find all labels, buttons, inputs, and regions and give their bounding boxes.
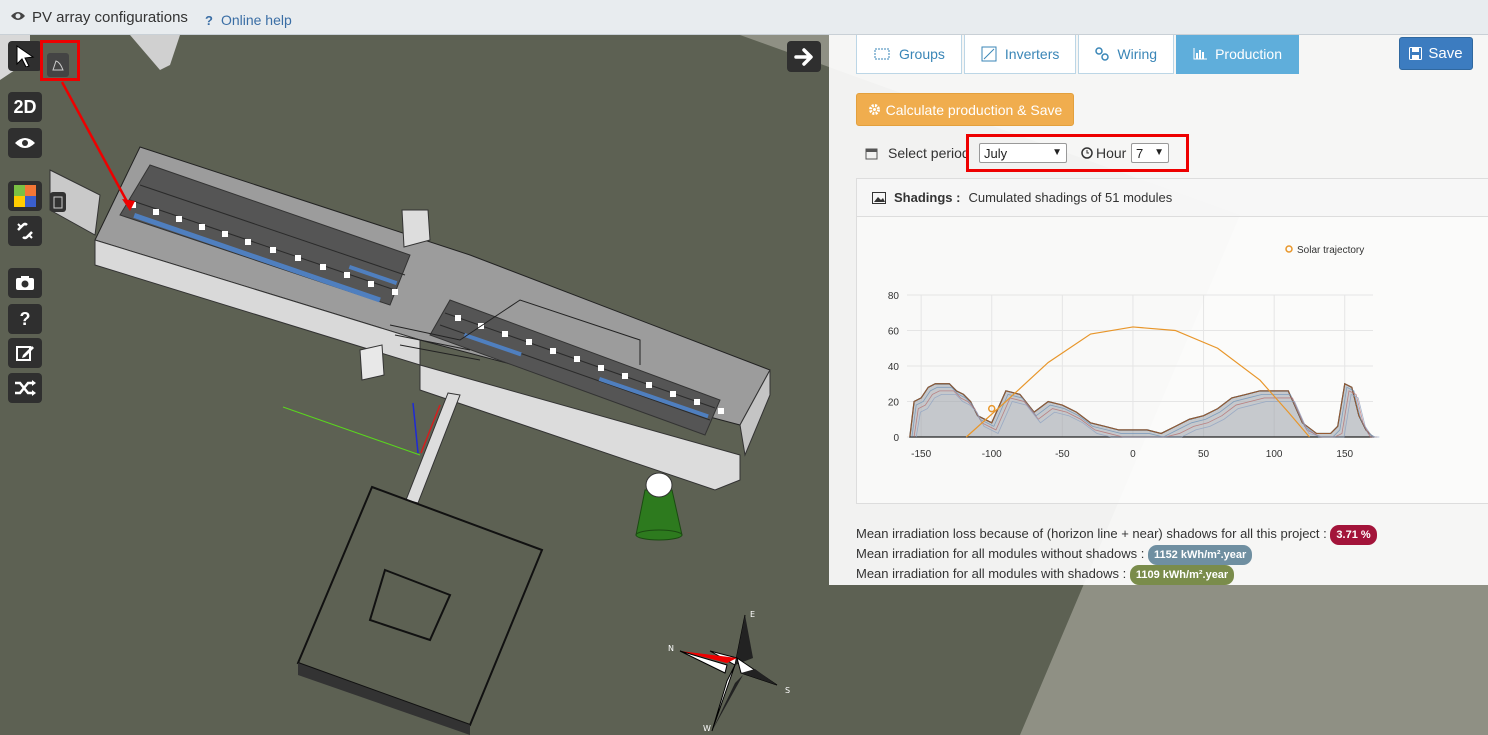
x-tick-label: -100 [982, 449, 1002, 460]
camera-icon [16, 276, 34, 290]
edit-icon [16, 346, 34, 361]
legend-label: Solar trajectory [1297, 245, 1364, 256]
period-selector: Select period [865, 145, 970, 161]
camera-button[interactable] [8, 268, 42, 298]
panel-tabs: Groups Inverters Wiring Production [856, 35, 1301, 74]
2d-label: 2D [13, 96, 37, 117]
select-period-label: Select period [888, 145, 970, 161]
chevron-down-icon: ▼ [1052, 147, 1062, 158]
month-select[interactable]: July ▼ [979, 143, 1067, 163]
month-value: July [984, 145, 1008, 161]
image-icon [872, 191, 886, 204]
compass-e-label: E [750, 610, 755, 619]
hour-label-group: Hour [1081, 145, 1126, 161]
shadings-box: Shadings : Cumulated shadings of 51 modu… [856, 178, 1488, 504]
save-button[interactable]: Save [1399, 37, 1473, 70]
shadings-subtitle: Cumulated shadings of 51 modules [968, 190, 1173, 205]
help-question-icon: ? [19, 308, 31, 329]
hour-select[interactable]: 7 ▼ [1131, 143, 1169, 163]
app-title-label: PV array configurations [32, 9, 188, 26]
eye-icon [15, 138, 35, 148]
gear-icon [868, 104, 880, 115]
app-title: PV array configurations [10, 9, 188, 26]
visibility-button[interactable] [8, 128, 42, 158]
y-tick-label: 20 [888, 398, 900, 409]
compass-w-label: W [703, 724, 711, 733]
x-tick-label: 100 [1266, 449, 1283, 460]
calculate-production-button[interactable]: Calculate production & Save [856, 93, 1074, 126]
tab-production[interactable]: Production [1176, 35, 1299, 74]
online-help-link[interactable]: ? Online help [205, 12, 292, 28]
tab-groups-label: Groups [899, 46, 945, 62]
stat-with-label: Mean irradiation for all modules with sh… [856, 566, 1127, 581]
select-tool-button[interactable] [8, 41, 42, 71]
wiring-icon [1095, 47, 1110, 61]
shadings-header: Shadings : Cumulated shadings of 51 modu… [857, 179, 1488, 217]
2d-view-button[interactable]: 2D [8, 92, 42, 122]
top-bar: PV array configurations ? Online help [0, 0, 1488, 35]
compass-s-label: S [785, 686, 790, 695]
help-button[interactable]: ? [8, 304, 42, 334]
tab-production-label: Production [1215, 46, 1282, 62]
highlight-box-tool [40, 40, 80, 81]
tab-inverters[interactable]: Inverters [963, 35, 1077, 74]
online-help-label: Online help [220, 12, 292, 28]
eye-icon [10, 9, 26, 26]
stat-with-badge: 1109 kWh/m².year [1129, 565, 1235, 585]
tab-inverters-label: Inverters [1004, 46, 1060, 62]
collapse-panel-button[interactable] [787, 41, 821, 72]
stat-without-label: Mean irradiation for all modules without… [856, 546, 1145, 561]
stat-with-row: Mean irradiation for all modules with sh… [856, 565, 1377, 585]
tab-wiring[interactable]: Wiring [1078, 35, 1175, 74]
floppy-disk-icon [1409, 47, 1423, 60]
arrow-right-icon [794, 47, 813, 66]
question-icon: ? [205, 12, 213, 28]
hour-value: 7 [1136, 145, 1144, 161]
bar-chart-icon [1193, 48, 1208, 60]
compass-rose: E N S W [668, 610, 790, 733]
shuffle-icon [15, 380, 36, 396]
y-tick-label: 0 [893, 433, 899, 444]
y-tick-label: 40 [888, 362, 900, 373]
stat-loss-label: Mean irradiation loss because of (horizo… [856, 526, 1327, 541]
stat-without-row: Mean irradiation for all modules without… [856, 545, 1377, 565]
shuffle-button[interactable] [8, 373, 42, 403]
unlink-button[interactable] [8, 216, 42, 246]
clock-icon [1081, 147, 1093, 159]
tab-groups[interactable]: Groups [856, 35, 962, 74]
stat-loss-row: Mean irradiation loss because of (horizo… [856, 525, 1377, 545]
x-tick-label: -150 [911, 449, 931, 460]
calendar-icon [865, 148, 878, 159]
color-palette-button[interactable] [8, 181, 42, 211]
compass-n-label: N [668, 644, 674, 653]
tab-wiring-label: Wiring [1117, 46, 1158, 62]
calculate-label: Calculate production & Save [885, 101, 1063, 118]
shadings-title: Shadings : [894, 190, 961, 205]
color-grid-icon [14, 185, 36, 207]
production-panel: Groups Inverters Wiring Production Save … [829, 35, 1488, 585]
edit-button[interactable] [8, 338, 42, 368]
y-tick-label: 60 [888, 327, 900, 338]
shading-chart: 0 20 40 60 80 -150 -100 -50 0 50 100 150 Solar traje… [888, 245, 1380, 460]
stat-loss-badge: 3.71 % [1330, 525, 1377, 545]
chevron-down-icon: ▼ [1154, 147, 1164, 158]
clipboard-icon[interactable] [50, 192, 66, 212]
cursor-arrow-icon [16, 45, 35, 67]
stats-block: Mean irradiation loss because of (horizo… [856, 525, 1377, 585]
hour-label: Hour [1096, 145, 1127, 161]
x-tick-label: 0 [1130, 449, 1136, 460]
groups-icon [874, 48, 890, 60]
unlink-icon [17, 222, 33, 240]
y-tick-label: 80 [888, 291, 900, 302]
x-tick-label: -50 [1055, 449, 1070, 460]
inverter-icon [981, 46, 997, 62]
shading-area [909, 382, 1375, 438]
save-label: Save [1428, 45, 1463, 62]
x-tick-label: 150 [1336, 449, 1353, 460]
stat-without-badge: 1152 kWh/m².year [1147, 545, 1253, 565]
legend-marker [1285, 245, 1293, 253]
x-tick-label: 50 [1198, 449, 1210, 460]
